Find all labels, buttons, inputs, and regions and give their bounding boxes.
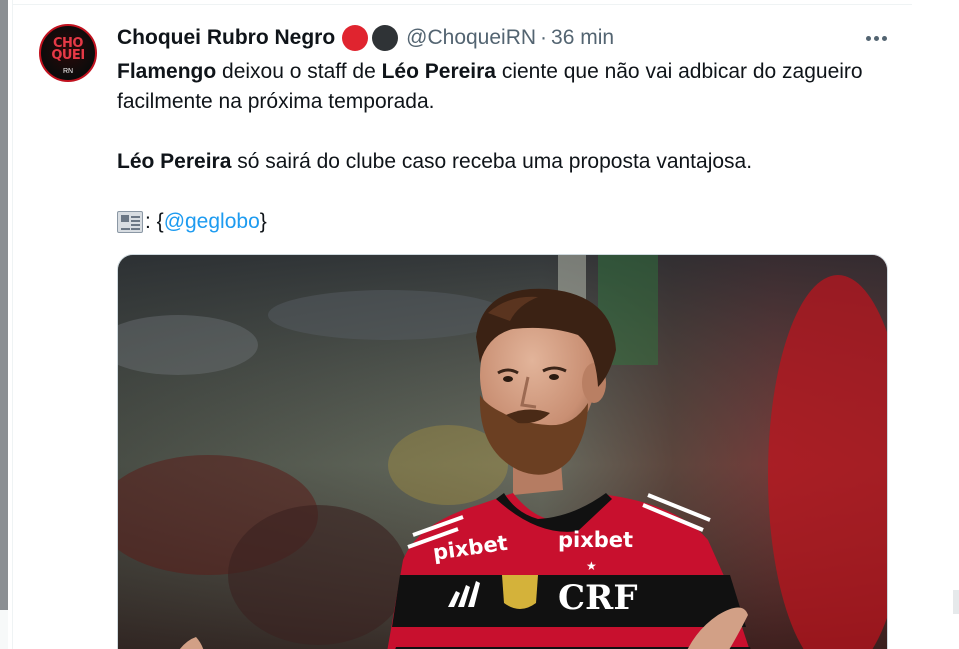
text: só sairá do clube caso receba uma propos…: [231, 150, 753, 173]
display-name[interactable]: Choquei Rubro Negro: [117, 26, 335, 50]
left-scrollbar[interactable]: [0, 0, 8, 610]
bold-text: Flamengo: [117, 60, 217, 83]
tweet-paragraph-2: Léo Pereira só sairá do clube caso receb…: [117, 147, 877, 177]
jersey-sponsor-right: pixbet: [558, 528, 633, 552]
tweet-header: Choquei Rubro Negro @ChoqueiRN · 36 min: [117, 24, 614, 52]
avatar[interactable]: CHO QUEI RN: [39, 24, 97, 82]
right-scrollbar[interactable]: [953, 590, 959, 614]
mention-link[interactable]: @geglobo: [164, 207, 260, 237]
bold-text: Léo Pereira: [117, 150, 232, 173]
source-prefix: : {: [145, 210, 164, 233]
avatar-logo-sub: RN: [62, 68, 74, 75]
tweet-card[interactable]: CHO QUEI RN Choquei Rubro Negro @Choquei…: [12, 0, 914, 649]
avatar-logo-text: CHO QUEI: [51, 36, 85, 63]
photo-player-illustration: pixbet pixbet CRF ★: [118, 255, 887, 649]
tweet-paragraph-3: : {@geglobo}: [117, 207, 877, 237]
timestamp[interactable]: 36 min: [551, 26, 614, 50]
tweet-text: Flamengo deixou o staff de Léo Pereira c…: [117, 57, 877, 237]
jersey-crest: CRF: [558, 578, 637, 618]
svg-text:★: ★: [586, 559, 597, 573]
more-options-button[interactable]: [859, 24, 893, 52]
newspaper-icon: [117, 211, 143, 233]
more-dots-icon-part: [873, 35, 879, 41]
timeline-page: CHO QUEI RN Choquei Rubro Negro @Choquei…: [0, 0, 959, 649]
tweet-paragraph-1: Flamengo deixou o staff de Léo Pereira c…: [117, 57, 877, 117]
divider: [13, 4, 913, 5]
bold-text: Léo Pereira: [381, 60, 496, 83]
separator-dot: ·: [540, 26, 548, 49]
text: deixou o staff de: [216, 60, 382, 83]
tweet-photo[interactable]: pixbet pixbet CRF ★: [117, 254, 888, 649]
page-margin: [912, 0, 959, 649]
more-dots-icon: [865, 35, 871, 41]
source-suffix: }: [259, 210, 267, 233]
more-dots-icon-part: [881, 35, 887, 41]
black-circle-icon: [372, 25, 399, 51]
red-circle-icon: [342, 25, 369, 51]
user-handle[interactable]: @ChoqueiRN: [406, 26, 536, 50]
